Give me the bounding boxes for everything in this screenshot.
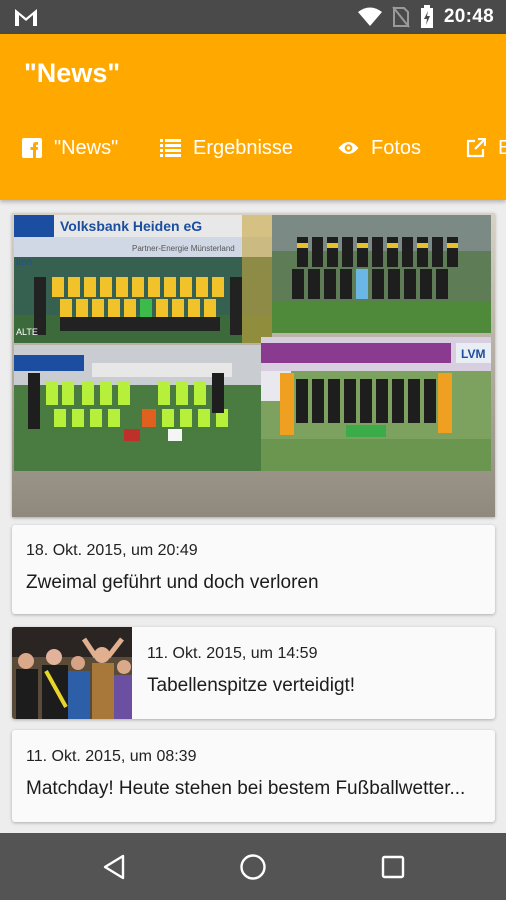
recents-button[interactable] xyxy=(375,849,411,885)
tab-external-label: E xyxy=(498,136,506,159)
celebration-photo-image xyxy=(12,627,132,719)
news-date: 18. Okt. 2015, um 20:49 xyxy=(26,542,198,559)
no-sim-icon xyxy=(392,6,410,28)
banner-alte: ALTE xyxy=(16,327,38,337)
banner-lvm: LVM xyxy=(461,347,485,361)
tab-news-label: "News" xyxy=(54,136,119,159)
eye-icon xyxy=(338,142,359,154)
page-title: "News" xyxy=(24,58,121,88)
app-bar: "News" "News" Ergebnisse Fotos E xyxy=(0,34,506,200)
news-headline: Matchday! Heute stehen bei bestem Fußbal… xyxy=(26,778,466,799)
news-card-3[interactable]: 11. Okt. 2015, um 08:39 Matchday! Heute … xyxy=(12,730,495,822)
banner-partner-energie: Partner-Energie Münsterland xyxy=(132,244,235,253)
facebook-icon xyxy=(22,138,42,158)
recents-icon xyxy=(381,855,405,879)
back-button[interactable] xyxy=(96,849,132,885)
system-nav-bar xyxy=(0,833,506,900)
news-headline: Tabellenspitze verteidigt! xyxy=(147,675,356,696)
team-photo-4: LVM xyxy=(261,337,491,471)
home-icon xyxy=(240,854,266,880)
news-card-1[interactable]: 18. Okt. 2015, um 20:49 Zweimal geführt … xyxy=(12,525,495,614)
clock: 20:48 xyxy=(443,6,494,27)
tab-fotos-label: Fotos xyxy=(371,136,422,159)
team-photo-1: Volksbank Heiden eG Partner-Energie Müns… xyxy=(14,215,272,343)
wifi-icon xyxy=(357,7,382,26)
status-bar: 20:48 xyxy=(0,0,506,34)
back-icon xyxy=(103,854,125,880)
news-date: 11. Okt. 2015, um 08:39 xyxy=(26,748,197,765)
news-thumbnail xyxy=(12,627,132,719)
battery-charging-icon xyxy=(420,5,433,28)
gmail-icon xyxy=(15,9,37,26)
hero-team-photo-collage[interactable]: Volksbank Heiden eG Partner-Energie Müns… xyxy=(12,213,495,517)
news-card-2[interactable]: 11. Okt. 2015, um 14:59 Tabellenspitze v… xyxy=(12,627,495,719)
banner-volksbank: Volksbank Heiden eG xyxy=(60,218,202,234)
external-link-icon xyxy=(466,138,486,158)
tab-ergebnisse[interactable]: Ergebnisse xyxy=(160,130,293,166)
tab-news[interactable]: "News" xyxy=(22,130,118,166)
tab-fotos[interactable]: Fotos xyxy=(338,130,421,166)
tab-external[interactable]: E xyxy=(466,130,506,166)
home-button[interactable] xyxy=(235,849,271,885)
team-photo-3 xyxy=(14,345,261,471)
team-photo-collage-image: Volksbank Heiden eG Partner-Energie Müns… xyxy=(12,213,495,517)
news-date: 11. Okt. 2015, um 14:59 xyxy=(147,645,318,662)
news-headline: Zweimal geführt und doch verloren xyxy=(26,572,319,593)
tab-ergebnisse-label: Ergebnisse xyxy=(193,136,294,159)
team-photo-2 xyxy=(272,215,491,333)
list-icon xyxy=(160,139,181,157)
